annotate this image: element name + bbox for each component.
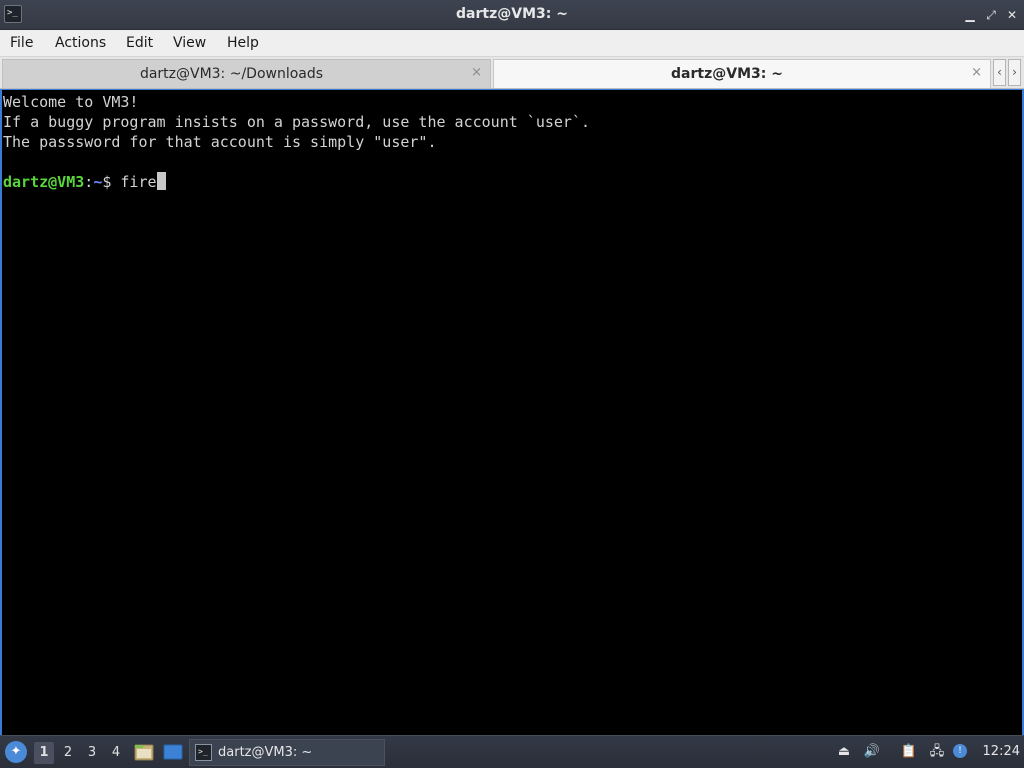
tab-label: dartz@VM3: ~/Downloads [139,66,324,82]
tab-label: dartz@VM3: ~ [671,66,783,82]
menu-view[interactable]: View [173,35,206,51]
workspace-1[interactable]: 1 [34,742,54,764]
terminal-prompt-line[interactable]: dartz@VM3:~$ fire [3,172,166,192]
workspace-4[interactable]: 4 [106,742,126,764]
eject-icon[interactable]: ⏏ [835,743,853,761]
taskbar-task-terminal[interactable]: >_ dartz@VM3: ~ [189,739,385,766]
menu-actions[interactable]: Actions [55,35,106,51]
prompt-path: ~ [93,173,103,191]
tab-bar: dartz@VM3: ~/Downloads × dartz@VM3: ~ × [0,57,1024,89]
tab-downloads[interactable]: dartz@VM3: ~/Downloads × [2,59,491,88]
menu-bar: File Actions Edit View Help [0,30,1024,57]
clock[interactable]: 12:24 [983,744,1020,759]
terminal-output-line: The passsword for that account is simply… [3,133,437,151]
maximize-button[interactable]: ⤢ [983,7,999,23]
window-title: dartz@VM3: ~ [456,6,568,22]
task-label: dartz@VM3: ~ [218,745,313,760]
prompt-input[interactable]: fire [120,173,156,191]
taskbar: ✦ 1 2 3 4 >_ dartz@VM3: ~ ⏏ 🔊 📋 🖧 ! 12:2… [0,735,1024,768]
workspace-2[interactable]: 2 [58,742,78,764]
close-button[interactable]: ✕ [1004,7,1020,23]
terminal-output-line: Welcome to VM3! [3,93,139,111]
terminal-output-line: If a buggy program insists on a password… [3,113,590,131]
window-titlebar[interactable]: >_ dartz@VM3: ~ ▁ ⤢ ✕ [0,0,1024,30]
tab-close-icon[interactable]: × [971,65,982,80]
clipboard-icon[interactable]: 📋 [900,743,918,761]
notification-icon[interactable]: ! [953,744,967,758]
menu-file[interactable]: File [10,35,33,51]
tab-scroll-right-icon[interactable]: › [1008,59,1021,86]
network-icon[interactable]: 🖧 [928,743,946,761]
prompt-user-host: dartz@VM3 [3,173,85,191]
file-manager-icon[interactable] [134,743,154,761]
terminal-icon: >_ [195,744,212,761]
volume-icon[interactable]: 🔊 [863,743,881,761]
minimize-button[interactable]: ▁ [962,7,978,23]
menu-help[interactable]: Help [227,35,259,51]
text-cursor [156,172,166,190]
menu-edit[interactable]: Edit [126,35,153,51]
start-menu-icon[interactable]: ✦ [5,741,27,763]
desktop-icon[interactable] [163,743,183,761]
tab-close-icon[interactable]: × [471,65,482,80]
prompt-symbol: $ [102,173,121,191]
tab-scroll-left-icon[interactable]: ‹ [993,59,1006,86]
prompt-separator: : [84,173,94,191]
workspace-3[interactable]: 3 [82,742,102,764]
tab-home[interactable]: dartz@VM3: ~ × [493,59,991,88]
terminal-view[interactable]: Welcome to VM3! If a buggy program insis… [0,89,1024,735]
screen: >_ dartz@VM3: ~ ▁ ⤢ ✕ File Actions Edit … [0,0,1024,768]
